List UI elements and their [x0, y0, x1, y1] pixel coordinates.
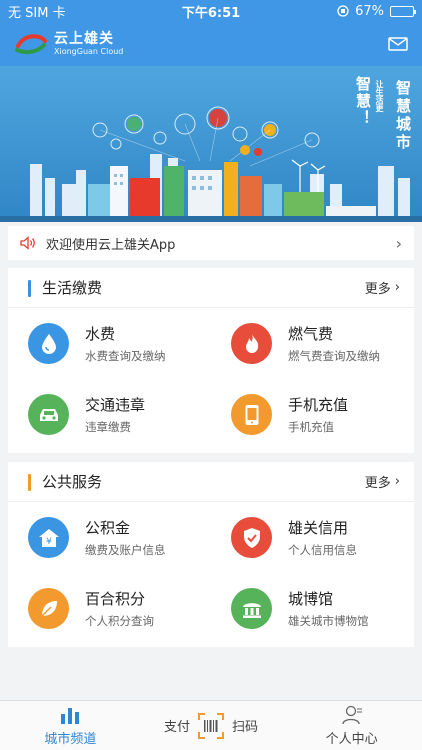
section-accent-bar [28, 474, 31, 491]
service-name: 城博馆 [288, 589, 334, 608]
flame-icon [231, 323, 272, 364]
tab-label: 个人中心 [325, 732, 378, 747]
service-name: 水费 [85, 324, 116, 343]
phone-icon [231, 394, 272, 435]
tab-personal-center[interactable]: 个人中心 [281, 701, 422, 750]
water-drop-icon [28, 323, 69, 364]
logo-mark-icon [15, 34, 47, 55]
mail-icon[interactable] [388, 37, 408, 51]
status-bar: 无 SIM 卡 下午6:51 67% [0, 0, 422, 22]
service-city-museum[interactable]: 城博馆 雄关城市博物馆 [211, 573, 414, 644]
service-phone-recharge[interactable]: 手机充值 手机充值 [211, 379, 414, 450]
service-name: 雄关信用 [288, 518, 349, 537]
museum-icon [231, 588, 272, 629]
app-header: 云上雄关 XiongGuan Cloud [0, 22, 422, 66]
service-desc: 个人信用信息 [288, 542, 357, 557]
service-desc: 违章缴费 [85, 419, 131, 434]
user-icon [342, 705, 362, 725]
section-header: 生活缴费 更多 › [8, 268, 414, 308]
more-link[interactable]: 更多 › [365, 472, 400, 491]
more-link[interactable]: 更多 › [365, 278, 400, 297]
car-icon [28, 394, 69, 435]
more-label: 更多 [364, 282, 391, 297]
service-lily-points[interactable]: 百合积分 个人积分查询 [8, 573, 211, 644]
scan-icon[interactable] [198, 712, 224, 739]
speaker-icon [20, 236, 35, 250]
welcome-notice[interactable]: 欢迎使用云上雄关App › [8, 226, 414, 260]
shield-check-icon [231, 517, 272, 558]
service-traffic-violation[interactable]: 交通违章 违章缴费 [8, 379, 211, 450]
service-name: 燃气费 [288, 324, 334, 343]
service-water-bill[interactable]: 水费 水费查询及缴纳 [8, 308, 211, 379]
logo-title: 云上雄关 [54, 30, 114, 47]
tab-city-channel[interactable]: 城市频道 [0, 701, 141, 750]
service-name: 手机充值 [288, 395, 349, 414]
battery-icon [390, 5, 416, 17]
service-gas-bill[interactable]: 燃气费 燃气费查询及缴纳 [211, 308, 414, 379]
banner-slogan-left: 智慧！ [354, 76, 372, 127]
service-desc: 缴费及账户信息 [85, 542, 166, 557]
service-credit[interactable]: 雄关信用 个人信用信息 [211, 502, 414, 573]
life-payment-section: 生活缴费 更多 › 水费 水费查询及缴纳 燃气费 燃气费查询及缴纳 交通违章 违… [8, 268, 414, 453]
app-logo: 云上雄关 XiongGuan Cloud [14, 30, 124, 57]
service-desc: 个人积分查询 [85, 613, 154, 628]
more-label: 更多 [364, 476, 391, 491]
tab-pay[interactable]: 支付 [164, 716, 190, 735]
service-name: 交通违章 [85, 395, 146, 414]
bar-chart-icon [61, 708, 80, 724]
house-yuan-icon: ¥ [28, 517, 69, 558]
service-housing-fund[interactable]: ¥ 公积金 缴费及账户信息 [8, 502, 211, 573]
tab-scan[interactable]: 扫码 [232, 716, 258, 735]
tab-label: 城市频道 [44, 732, 97, 747]
bottom-tab-bar: 城市频道 支付 扫码 个人中心 [0, 700, 422, 750]
section-header: 公共服务 更多 › [8, 462, 414, 502]
svg-text:¥: ¥ [46, 537, 52, 547]
service-desc: 燃气费查询及缴纳 [288, 348, 380, 363]
pay-scan-group: 支付 扫码 [141, 701, 282, 750]
leaf-icon [28, 588, 69, 629]
chevron-right-icon: › [394, 474, 400, 489]
logo-subtitle: XiongGuan Cloud [54, 46, 124, 56]
public-service-section: 公共服务 更多 › ¥ 公积金 缴费及账户信息 雄关信用 个人信用信息 百合积分… [8, 462, 414, 647]
clock: 下午6:51 [181, 5, 241, 21]
section-title: 生活缴费 [42, 279, 103, 297]
section-accent-bar [28, 280, 31, 297]
chevron-right-icon: › [394, 280, 400, 295]
notice-text: 欢迎使用云上雄关App [46, 237, 176, 253]
chevron-right-icon: › [395, 233, 402, 253]
section-title: 公共服务 [42, 473, 103, 491]
service-desc: 手机充值 [288, 419, 334, 434]
service-desc: 雄关城市博物馆 [288, 613, 369, 628]
service-desc: 水费查询及缴纳 [85, 348, 166, 363]
service-name: 公积金 [85, 518, 131, 537]
service-name: 百合积分 [85, 589, 146, 608]
banner-slogan-sub: 让生活更 [375, 80, 384, 112]
banner-slogan-main: 智慧城市 [394, 80, 412, 152]
smart-city-banner[interactable]: 智慧城市 让生活更 智慧！ [0, 66, 422, 222]
